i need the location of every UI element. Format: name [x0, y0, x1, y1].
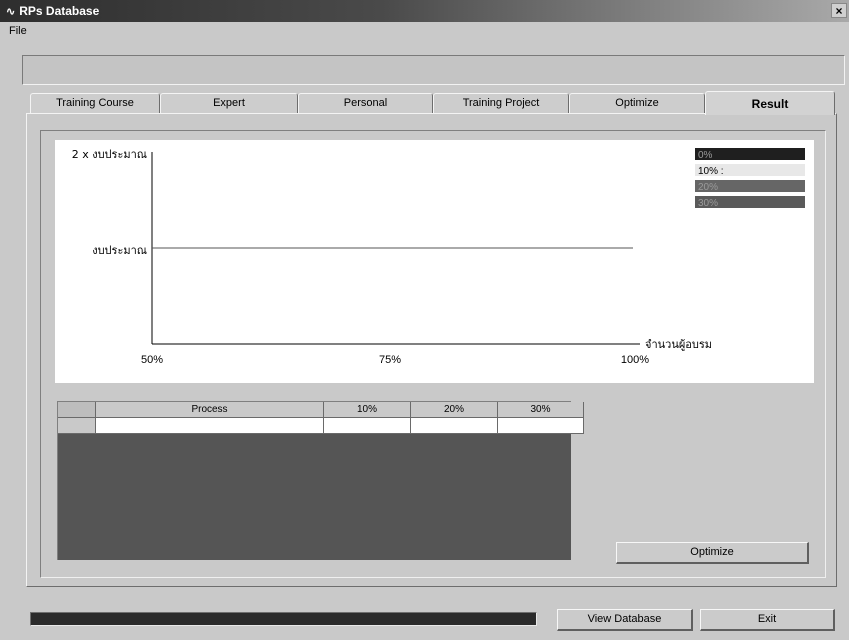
process-cell[interactable] [96, 418, 324, 434]
tab-result[interactable]: Result [705, 91, 835, 115]
value-20-cell[interactable] [411, 418, 498, 434]
table-row[interactable] [58, 418, 584, 434]
tab-optimize[interactable]: Optimize [569, 93, 705, 113]
x-axis-label: จำนวนผู้อบรม [645, 338, 712, 351]
x-tick-label: 75% [379, 354, 401, 366]
budget-chart: 2 x งบประมาณงบประมาณ 50% 75% 100% จำนวนผู้อบ… [55, 140, 814, 383]
y-tick-label: 2 x งบประมาณ [72, 148, 147, 161]
x-tick-label: 100% [621, 354, 649, 366]
view-database-button[interactable]: View Database [557, 609, 693, 631]
legend-label: 20% [698, 182, 718, 193]
grid-header-10[interactable]: 10% [324, 402, 411, 418]
close-icon[interactable]: × [831, 3, 847, 18]
row-selector-cell[interactable] [58, 418, 96, 434]
app-icon: ∿ [6, 5, 16, 18]
grid-header-process[interactable]: Process [96, 402, 324, 418]
grid-header-row: Process 10% 20% 30% [58, 402, 584, 418]
tab-training-project[interactable]: Training Project [433, 93, 569, 113]
legend-label: 0% [698, 150, 713, 161]
x-tick-label: 50% [141, 354, 163, 366]
legend-label: 10% : [698, 166, 724, 177]
progress-bar [30, 612, 537, 626]
tab-personal[interactable]: Personal [298, 93, 433, 113]
menu-bar: File [0, 22, 849, 40]
grid-header-20[interactable]: 20% [411, 402, 498, 418]
grid-header-30[interactable]: 30% [498, 402, 584, 418]
value-30-cell[interactable] [498, 418, 584, 434]
tab-training-course[interactable]: Training Course [30, 93, 160, 113]
window-title: RPs Database [19, 4, 100, 18]
exit-button[interactable]: Exit [700, 609, 835, 631]
status-field [22, 55, 845, 85]
optimize-button[interactable]: Optimize [616, 542, 809, 564]
value-10-cell[interactable] [324, 418, 411, 434]
legend-label: 30% [698, 198, 718, 209]
y-tick-label: งบประมาณ [92, 244, 147, 257]
tab-strip: Training Course Expert Personal Training… [30, 91, 835, 115]
chart-svg: 2 x งบประมาณงบประมาณ 50% 75% 100% จำนวนผู้อบ… [72, 148, 805, 366]
tab-expert[interactable]: Expert [160, 93, 298, 113]
progress-fill [31, 613, 536, 625]
menu-file[interactable]: File [9, 25, 27, 37]
title-bar: ∿ RPs Database × [0, 0, 849, 22]
process-grid[interactable]: Process 10% 20% 30% [57, 401, 584, 560]
grid-corner-cell [58, 402, 96, 418]
